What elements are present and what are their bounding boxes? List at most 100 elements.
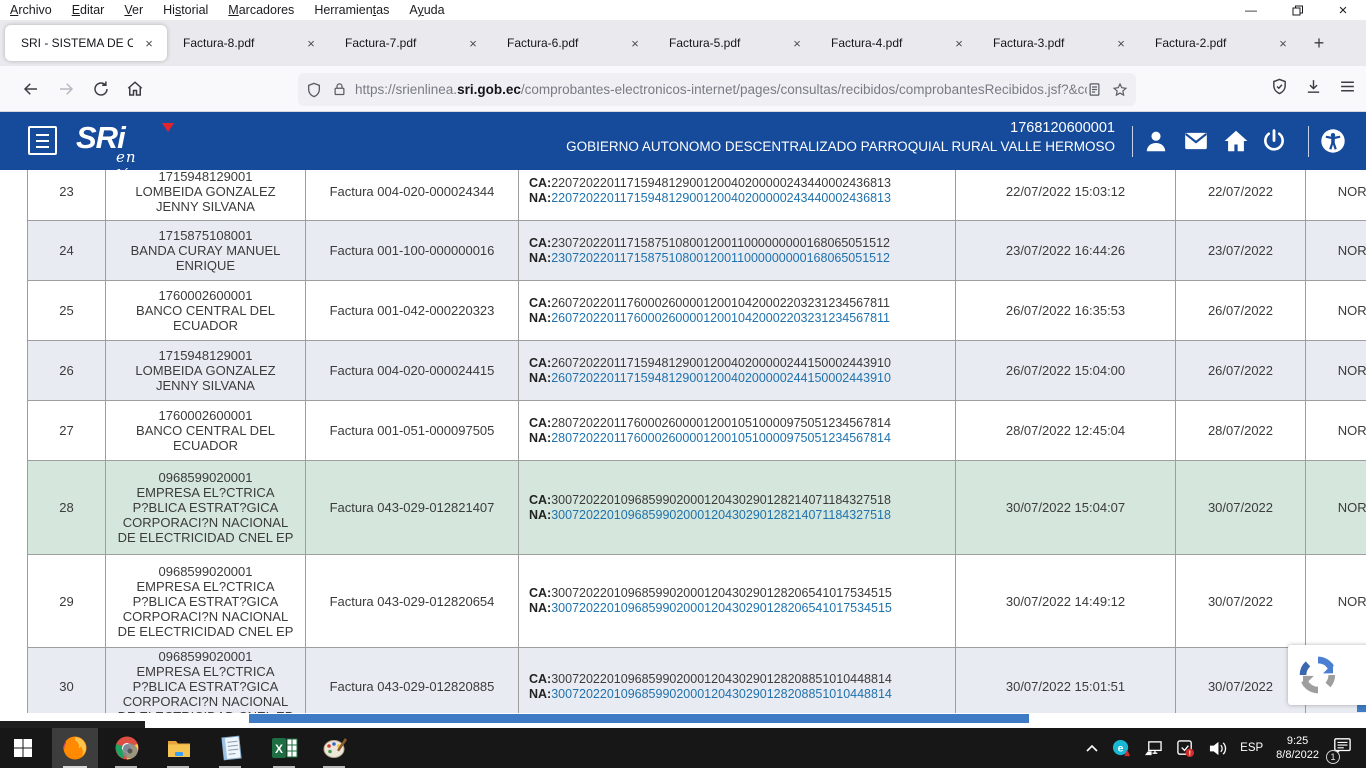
taskbar-chrome-icon[interactable] bbox=[104, 728, 150, 768]
account-protections-icon[interactable] bbox=[1271, 78, 1288, 95]
menu-ayuda[interactable]: Ayuda bbox=[399, 3, 454, 17]
table-row[interactable]: 261715948129001 LOMBEIDA GONZALEZ JENNY … bbox=[28, 341, 1366, 401]
entity-ruc-and-name: 0968599020001 EMPRESA EL?CTRICA P?BLICA … bbox=[118, 649, 294, 713]
na-value-link[interactable]: 2607202201176000260000120010420002203231… bbox=[551, 311, 890, 325]
svg-text:X: X bbox=[275, 742, 283, 756]
tab-factura-3-pdf[interactable]: Factura-3.pdf× bbox=[977, 25, 1139, 61]
minimize-button[interactable]: — bbox=[1228, 0, 1274, 20]
menu-historial[interactable]: Historial bbox=[153, 3, 218, 17]
app-menu-icon[interactable] bbox=[1339, 78, 1356, 95]
na-value-link[interactable]: 2607202201171594812900120040200000244150… bbox=[551, 371, 891, 385]
na-value-link[interactable]: 3007202201096859902000120430290128206541… bbox=[551, 601, 892, 615]
table-row[interactable]: 280968599020001 EMPRESA EL?CTRICA P?BLIC… bbox=[28, 461, 1366, 555]
menu-ver[interactable]: Ver bbox=[114, 3, 153, 17]
ca-label: CA: bbox=[529, 356, 551, 370]
downloads-icon[interactable] bbox=[1305, 78, 1322, 95]
sri-menu-button[interactable] bbox=[28, 126, 57, 155]
new-tab-button[interactable]: + bbox=[1305, 29, 1333, 57]
mail-icon[interactable] bbox=[1183, 128, 1209, 154]
horizontal-scrollbar-thumb[interactable] bbox=[249, 714, 1029, 723]
bookmark-star-icon[interactable] bbox=[1112, 82, 1128, 98]
table-row[interactable]: 241715875108001 BANDA CURAY MANUEL ENRIQ… bbox=[28, 221, 1366, 281]
user-icon[interactable] bbox=[1143, 128, 1169, 154]
na-value-link[interactable]: 3007202201096859902000120430290128214071… bbox=[551, 508, 891, 522]
taskbar-notepad-icon[interactable] bbox=[208, 728, 254, 768]
restore-button[interactable] bbox=[1274, 0, 1320, 20]
tab-close-icon[interactable]: × bbox=[951, 36, 967, 51]
ca-label: CA: bbox=[529, 176, 551, 190]
antivirus-tray-icon[interactable]: e bbox=[1112, 739, 1131, 758]
entity-cell: 1760002600001 BANCO CENTRAL DEL ECUADOR bbox=[106, 281, 306, 340]
taskbar-file-explorer-icon[interactable] bbox=[156, 728, 202, 768]
na-label: NA: bbox=[529, 687, 551, 701]
security-alert-tray-icon[interactable]: ! bbox=[1176, 739, 1195, 758]
authorization-key-line: CA:3007202201096859902000120430290128206… bbox=[529, 586, 892, 601]
table-row[interactable]: 251760002600001 BANCO CENTRAL DEL ECUADO… bbox=[28, 281, 1366, 341]
tracking-protection-shield-icon[interactable] bbox=[306, 82, 322, 98]
na-value-link[interactable]: 2207202201171594812900120040200000243440… bbox=[551, 191, 891, 205]
table-row[interactable]: 231715948129001 LOMBEIDA GONZALEZ JENNY … bbox=[28, 170, 1366, 221]
recaptcha-badge[interactable] bbox=[1288, 645, 1366, 705]
clock[interactable]: 9:25 8/8/2022 bbox=[1276, 734, 1319, 762]
tab-sri-sistema-de-comp[interactable]: SRI - SISTEMA DE COMP× bbox=[5, 25, 167, 61]
tab-close-icon[interactable]: × bbox=[465, 36, 481, 51]
address-bar[interactable]: https://srienlinea.sri.gob.ec/comprobant… bbox=[298, 73, 1136, 106]
taskbar-firefox-icon[interactable] bbox=[52, 728, 98, 768]
clock-time: 9:25 bbox=[1276, 734, 1319, 748]
menu-marcadores[interactable]: Marcadores bbox=[218, 3, 304, 17]
tab-factura-2-pdf[interactable]: Factura-2.pdf× bbox=[1139, 25, 1301, 61]
network-tray-icon[interactable] bbox=[1144, 740, 1163, 757]
access-key-line: NA:2607202201171594812900120040200000244… bbox=[529, 371, 891, 386]
menu-archivo[interactable]: Archivo bbox=[0, 3, 62, 17]
na-label: NA: bbox=[529, 371, 551, 385]
volume-tray-icon[interactable] bbox=[1208, 740, 1227, 757]
lock-icon[interactable] bbox=[332, 82, 347, 97]
session-ruc: 1768120600001 bbox=[566, 120, 1115, 136]
ca-value: 2307202201171587510800120011000000000168… bbox=[551, 236, 890, 250]
tab-close-icon[interactable]: × bbox=[141, 36, 157, 51]
document-number-cell: Factura 043-029-012821407 bbox=[306, 461, 519, 554]
taskbar-excel-icon[interactable]: X bbox=[262, 728, 308, 768]
tab-close-icon[interactable]: × bbox=[1275, 36, 1291, 51]
access-keys-cell: CA:3007202201096859902000120430290128214… bbox=[519, 461, 956, 554]
na-value-link[interactable]: 2807202201176000260000120010510000975051… bbox=[551, 431, 891, 445]
row-number-cell: 24 bbox=[28, 221, 106, 280]
action-center-button[interactable]: 1 bbox=[1332, 737, 1352, 760]
close-button[interactable]: × bbox=[1320, 0, 1366, 20]
emission-date-cell: 23/07/2022 bbox=[1176, 221, 1306, 280]
home-icon[interactable] bbox=[1223, 128, 1249, 154]
taskbar-paint-icon[interactable] bbox=[312, 728, 358, 768]
tab-factura-6-pdf[interactable]: Factura-6.pdf× bbox=[491, 25, 653, 61]
tray-chevron-icon[interactable] bbox=[1085, 743, 1099, 753]
tab-close-icon[interactable]: × bbox=[789, 36, 805, 51]
back-button[interactable] bbox=[22, 80, 40, 98]
table-row[interactable]: 271760002600001 BANCO CENTRAL DEL ECUADO… bbox=[28, 401, 1366, 461]
tab-factura-5-pdf[interactable]: Factura-5.pdf× bbox=[653, 25, 815, 61]
tab-close-icon[interactable]: × bbox=[627, 36, 643, 51]
menu-herramientas[interactable]: Herramientas bbox=[304, 3, 399, 17]
accessibility-icon[interactable] bbox=[1320, 128, 1346, 154]
tab-factura-8-pdf[interactable]: Factura-8.pdf× bbox=[167, 25, 329, 61]
access-keys-cell: CA:2607202201171594812900120040200000244… bbox=[519, 341, 956, 400]
table-row[interactable]: 300968599020001 EMPRESA EL?CTRICA P?BLIC… bbox=[28, 648, 1366, 713]
home-button[interactable] bbox=[126, 80, 144, 98]
tab-close-icon[interactable]: × bbox=[1113, 36, 1129, 51]
emission-date-cell: 26/07/2022 bbox=[1176, 341, 1306, 400]
logout-power-icon[interactable] bbox=[1261, 128, 1287, 154]
tab-factura-7-pdf[interactable]: Factura-7.pdf× bbox=[329, 25, 491, 61]
na-value-link[interactable]: 3007202201096859902000120430290128208851… bbox=[551, 687, 892, 701]
tab-close-icon[interactable]: × bbox=[303, 36, 319, 51]
url-text: https://srienlinea.sri.gob.ec/comprobant… bbox=[355, 82, 1087, 97]
menu-editar[interactable]: Editar bbox=[62, 3, 115, 17]
reader-view-icon[interactable] bbox=[1087, 82, 1102, 97]
language-indicator[interactable]: ESP bbox=[1240, 742, 1263, 754]
window-controls: — × bbox=[1228, 0, 1366, 20]
document-number-cell: Factura 001-051-000097505 bbox=[306, 401, 519, 460]
row-number-cell: 25 bbox=[28, 281, 106, 340]
table-row[interactable]: 290968599020001 EMPRESA EL?CTRICA P?BLIC… bbox=[28, 555, 1366, 648]
tab-factura-4-pdf[interactable]: Factura-4.pdf× bbox=[815, 25, 977, 61]
reload-button[interactable] bbox=[92, 80, 110, 98]
na-value-link[interactable]: 2307202201171587510800120011000000000168… bbox=[551, 251, 890, 265]
start-button[interactable] bbox=[0, 728, 46, 768]
sri-logo[interactable]: SRi en línea bbox=[76, 120, 125, 156]
